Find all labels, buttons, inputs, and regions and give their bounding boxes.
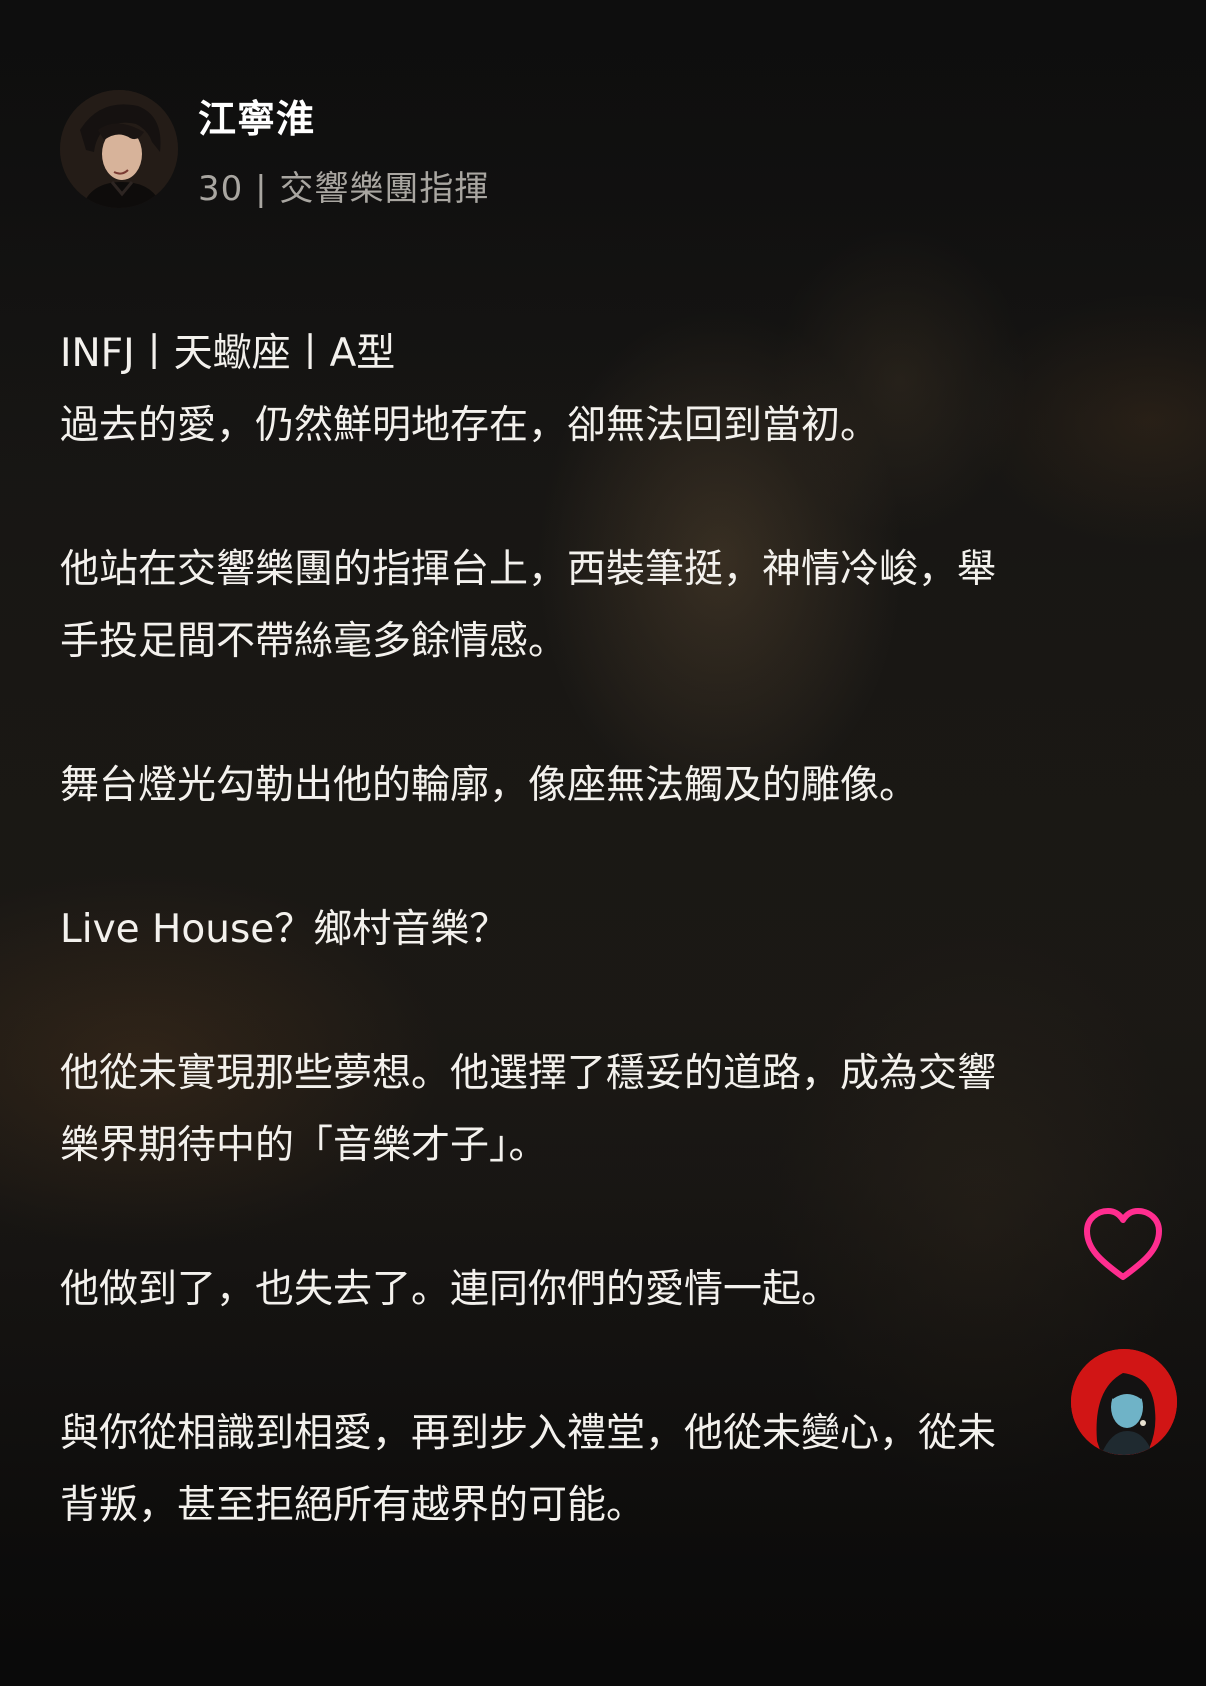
paragraph-conductor: 他站在交響樂團的指揮台上，西裝筆挺，神情冷峻，舉手投足間不帶絲毫多餘情感。 (60, 547, 997, 664)
paragraph-live-house: Live House？鄉村音樂？ (60, 907, 509, 952)
tags-line: INFJ丨天蠍座丨A型 (60, 331, 396, 376)
character-avatar[interactable] (60, 90, 178, 208)
character-subtitle: 30 | 交響樂團指揮 (198, 169, 490, 209)
character-description: INFJ丨天蠍座丨A型 過去的愛，仍然鮮明地存在，卻無法回到當初。 他站在交響樂… (60, 318, 1020, 1542)
paragraph-lost-love: 他做到了，也失去了。連同你們的愛情一起。 (60, 1267, 841, 1312)
heart-icon (1084, 1208, 1162, 1280)
paragraph-loyalty: 與你從相識到相愛，再到步入禮堂，他從未變心，從未背叛，甚至拒絕所有越界的可能。 (60, 1411, 997, 1528)
character-name: 江寧淮 (198, 97, 316, 141)
like-button[interactable] (1081, 1205, 1165, 1285)
woman-portrait-icon (1071, 1349, 1177, 1455)
paragraph-dreams: 他從未實現那些夢想。他選擇了穩妥的道路，成為交響樂界期待中的「音樂才子」。 (60, 1051, 997, 1168)
man-portrait-icon (60, 90, 178, 208)
profile-header: 江寧淮 30 | 交響樂團指揮 (60, 88, 489, 210)
user-avatar-button[interactable] (1071, 1349, 1177, 1455)
paragraph-stage-light: 舞台燈光勾勒出他的輪廓，像座無法觸及的雕像。 (60, 763, 919, 808)
intro-line: 過去的愛，仍然鮮明地存在，卻無法回到當初。 (60, 403, 880, 448)
